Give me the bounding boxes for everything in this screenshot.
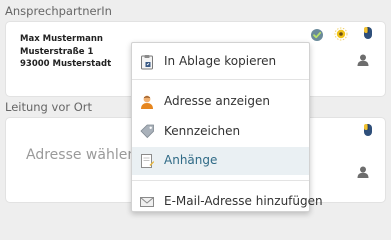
menu-item-label: E-Mail-Adresse hinzufügen xyxy=(164,194,323,208)
context-menu: In Ablage kopieren Adresse anzeigen Kenn… xyxy=(131,42,323,212)
person-icon[interactable] xyxy=(356,165,370,179)
tag-icon xyxy=(140,124,154,139)
envelope-icon xyxy=(140,197,154,207)
address-placeholder[interactable]: Adresse wählen xyxy=(26,147,136,163)
menu-separator xyxy=(132,79,309,80)
menu-item-copy[interactable]: In Ablage kopieren xyxy=(132,48,309,76)
menu-item-attachments[interactable]: Anhänge xyxy=(132,147,309,175)
sun-icon[interactable] xyxy=(334,27,348,41)
menu-item-add-email[interactable]: E-Mail-Adresse hinzufügen xyxy=(132,188,323,216)
menu-item-label: Anhänge xyxy=(164,153,218,167)
address-line-city: 93000 Musterstadt xyxy=(20,59,112,69)
person-icon xyxy=(141,95,153,109)
menu-item-label: In Ablage kopieren xyxy=(164,54,277,68)
mouse-icon[interactable] xyxy=(361,123,375,137)
address-line-street: Musterstraße 1 xyxy=(20,46,94,57)
menu-separator xyxy=(132,180,309,181)
mouse-icon[interactable] xyxy=(361,26,375,40)
menu-item-tags[interactable]: Kennzeichen xyxy=(132,118,309,146)
contact-address: Max Mustermann Musterstraße 1 93000 Must… xyxy=(20,33,111,71)
site-section-label: Leitung vor Ort xyxy=(5,100,93,114)
contact-section-label: AnsprechpartnerIn xyxy=(5,4,112,18)
person-icon[interactable] xyxy=(356,53,370,67)
menu-item-show-address[interactable]: Adresse anzeigen xyxy=(132,88,309,116)
menu-item-label: Kennzeichen xyxy=(164,124,241,138)
clipboard-icon xyxy=(141,55,153,70)
check-icon[interactable] xyxy=(310,28,324,42)
document-icon xyxy=(141,154,154,168)
menu-item-label: Adresse anzeigen xyxy=(164,94,270,108)
address-line-name: Max Mustermann xyxy=(20,34,103,44)
